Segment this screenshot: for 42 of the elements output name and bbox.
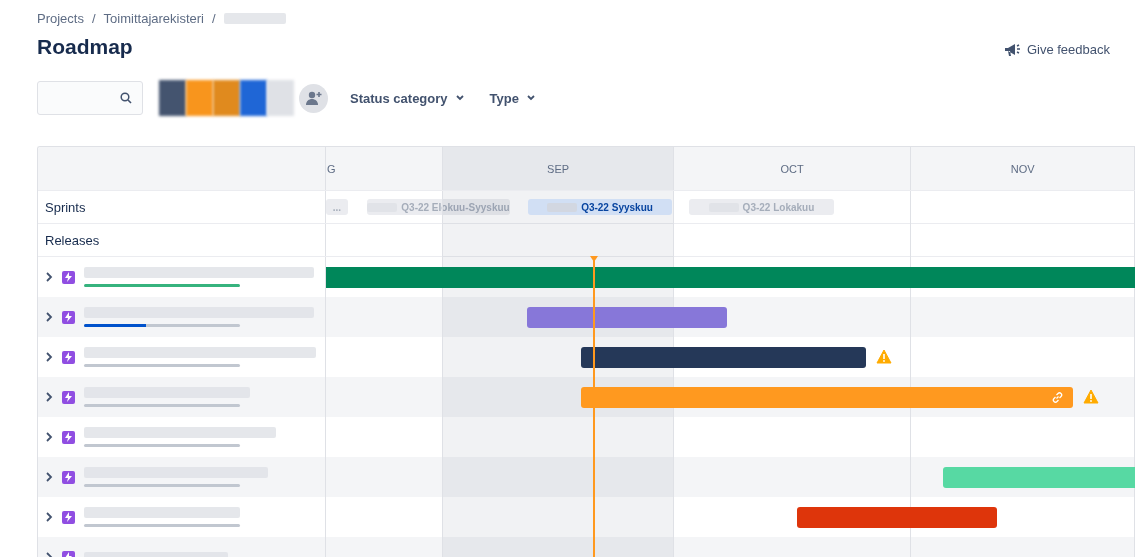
link-icon <box>1052 392 1063 403</box>
today-marker-icon <box>589 256 598 262</box>
chevron-down-icon <box>455 95 464 101</box>
epic-icon <box>62 310 75 324</box>
add-person-icon <box>305 90 322 106</box>
blurred-text <box>223 12 286 24</box>
row-label: Releases <box>45 232 100 248</box>
filter-dropdown[interactable]: Type <box>485 86 539 110</box>
breadcrumb-separator: / <box>91 10 96 26</box>
avatar[interactable] <box>240 80 267 116</box>
chevron-right-icon[interactable] <box>45 352 53 362</box>
add-person-button[interactable] <box>299 83 328 113</box>
avatar[interactable] <box>159 80 186 116</box>
page-title: Roadmap <box>37 34 133 59</box>
feedback-button[interactable]: Give feedback <box>1003 38 1110 61</box>
chevron-right-icon[interactable] <box>45 512 53 522</box>
month-header: OCT <box>673 147 912 190</box>
chevron-right-icon[interactable] <box>45 472 53 482</box>
breadcrumb-link[interactable]: Projects <box>37 10 84 26</box>
filter-dropdown[interactable]: Status category <box>346 86 468 110</box>
row-label: Sprints <box>45 199 86 215</box>
month-header: SEP <box>443 147 674 190</box>
chevron-right-icon[interactable] <box>45 432 53 442</box>
breadcrumb-separator: / <box>212 10 216 26</box>
avatar[interactable] <box>186 80 213 116</box>
chevron-down-icon <box>526 95 535 101</box>
epic-icon <box>62 350 75 364</box>
search-icon <box>120 92 132 104</box>
breadcrumb-link[interactable]: Toimittajarekisteri <box>103 10 204 26</box>
epic-icon <box>62 390 75 404</box>
chevron-right-icon[interactable] <box>45 392 53 402</box>
megaphone-icon <box>1003 42 1021 57</box>
chevron-right-icon[interactable] <box>45 312 53 322</box>
epic-icon <box>62 430 75 444</box>
sprint-chip[interactable]: Q3-22 Syyskuu <box>528 199 672 215</box>
search-field[interactable] <box>37 81 143 115</box>
avatar[interactable] <box>213 80 240 116</box>
chevron-right-icon[interactable] <box>45 272 53 282</box>
epic-icon <box>62 470 75 484</box>
month-header: NOV <box>911 147 1135 190</box>
epic-icon <box>62 270 75 284</box>
epic-icon <box>62 510 75 524</box>
